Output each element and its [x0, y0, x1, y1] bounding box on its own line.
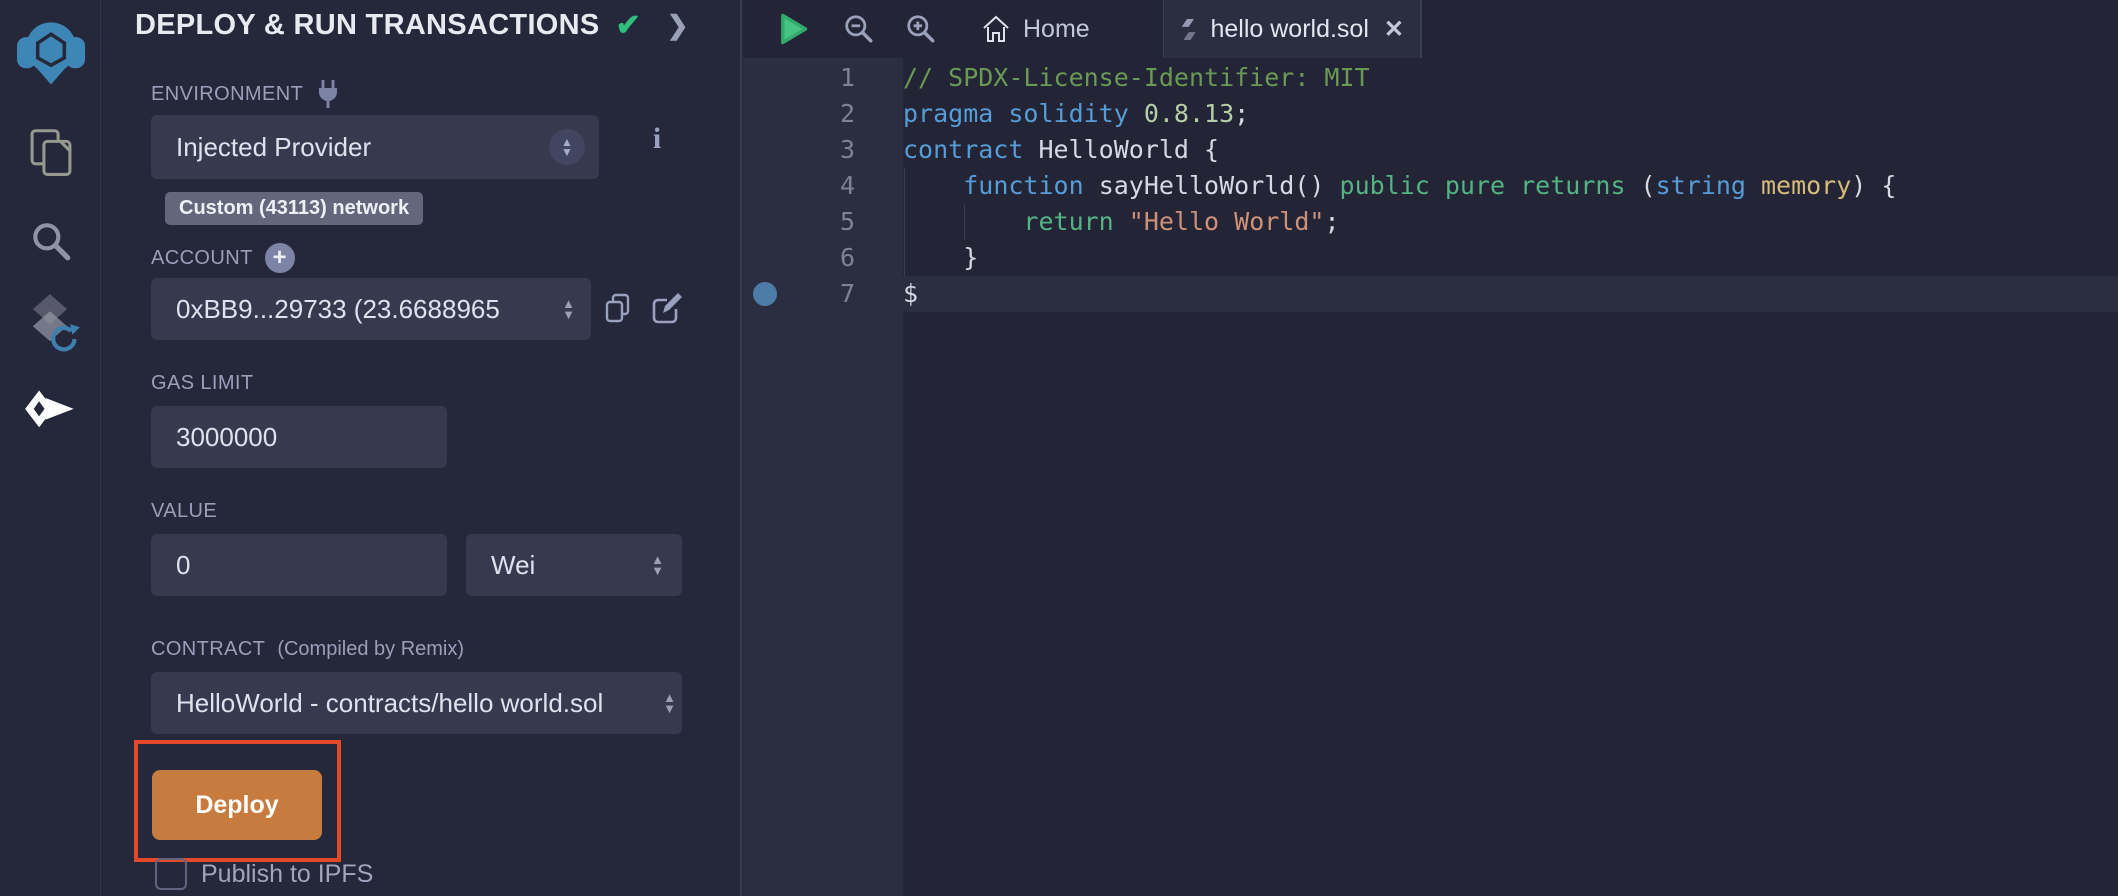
- tab-home[interactable]: Home: [981, 0, 1090, 58]
- icon-rail: [0, 0, 101, 896]
- value-unit-spinner-icon[interactable]: ▲▼: [651, 554, 664, 576]
- code-line-text[interactable]: function sayHelloWorld() public pure ret…: [903, 168, 1896, 204]
- code-line-text[interactable]: return "Hello World";: [903, 204, 1340, 240]
- value-unit-select[interactable]: Wei ▲▼: [466, 534, 682, 596]
- plug-icon: [315, 80, 341, 108]
- line-number: 5: [840, 207, 855, 236]
- account-label: ACCOUNT: [151, 247, 253, 270]
- publish-ipfs-label: Publish to IPFS: [201, 860, 373, 889]
- remix-logo-icon[interactable]: [0, 12, 101, 86]
- zoom-out-button[interactable]: [843, 0, 875, 58]
- environment-label: ENVIRONMENT: [151, 83, 303, 106]
- value-value: 0: [176, 550, 190, 581]
- line-number: 4: [840, 171, 855, 200]
- gutter-cell[interactable]: 1: [743, 60, 903, 96]
- file-explorer-icon[interactable]: [0, 126, 101, 178]
- code-line-text[interactable]: // SPDX-License-Identifier: MIT: [903, 60, 1370, 96]
- account-label-row: ACCOUNT +: [151, 243, 295, 273]
- code-editor-region: Home hello world.sol ✕ 1 // SPDX-License-…: [743, 0, 2118, 896]
- run-script-button[interactable]: [776, 0, 810, 58]
- deploy-run-panel: DEPLOY & RUN TRANSACTIONS ✔ ❯ ENVIRONMEN…: [101, 0, 742, 896]
- compiled-check-icon: ✔: [616, 8, 641, 43]
- line-number: 2: [840, 99, 855, 128]
- line-number: 3: [840, 135, 855, 164]
- contract-sublabel: (Compiled by Remix): [277, 638, 464, 661]
- gas-limit-value: 3000000: [176, 422, 277, 453]
- gutter-cell[interactable]: 6: [743, 240, 903, 276]
- code-line[interactable]: 5 return "Hello World";: [743, 204, 2118, 240]
- tab-file-label: hello world.sol: [1210, 15, 1368, 44]
- magnifier-plus-icon: [905, 13, 937, 45]
- code-line-text[interactable]: }: [903, 240, 978, 276]
- environment-value: Injected Provider: [176, 132, 371, 163]
- code-lines: 1 // SPDX-License-Identifier: MIT 2 pragma …: [743, 60, 2118, 312]
- play-icon: [776, 12, 810, 46]
- deploy-button[interactable]: Deploy: [152, 770, 322, 840]
- collapse-panel-chevron-icon[interactable]: ❯: [667, 10, 689, 41]
- editor-tab-bar: Home hello world.sol ✕: [743, 0, 2118, 58]
- gutter-cell[interactable]: 7: [743, 276, 903, 312]
- code-line[interactable]: 1 // SPDX-License-Identifier: MIT: [743, 60, 2118, 96]
- line-number: 6: [840, 243, 855, 272]
- breakpoint-dot-icon[interactable]: [753, 282, 777, 306]
- publish-row: Publish to IPFS: [155, 858, 373, 890]
- value-label: VALUE: [151, 500, 217, 523]
- account-select[interactable]: 0xBB9...29733 (23.6688965 ▲▼: [151, 278, 591, 340]
- panel-title: DEPLOY & RUN TRANSACTIONS: [135, 9, 600, 42]
- code-line[interactable]: 7$: [743, 276, 2118, 312]
- account-select-spinner-icon[interactable]: ▲▼: [562, 298, 575, 320]
- zoom-in-button[interactable]: [905, 0, 937, 58]
- solidity-file-icon: [1180, 16, 1197, 43]
- close-tab-icon[interactable]: ✕: [1384, 15, 1404, 44]
- home-icon: [981, 14, 1011, 44]
- code-area[interactable]: 1 // SPDX-License-Identifier: MIT 2 pragma …: [743, 58, 2118, 896]
- environment-label-row: ENVIRONMENT: [151, 80, 341, 108]
- code-line[interactable]: 3 contract HelloWorld {: [743, 132, 2118, 168]
- network-badge: Custom (43113) network: [165, 192, 423, 225]
- gutter-cell[interactable]: 2: [743, 96, 903, 132]
- contract-select[interactable]: HelloWorld - contracts/hello world.sol ▲…: [151, 672, 682, 734]
- copy-account-icon[interactable]: [602, 292, 634, 326]
- environment-info-icon[interactable]: i: [641, 122, 673, 156]
- value-input[interactable]: 0: [151, 534, 447, 596]
- remix-ide-window: DEPLOY & RUN TRANSACTIONS ✔ ❯ ENVIRONMEN…: [0, 0, 2118, 896]
- gutter-cell[interactable]: 3: [743, 132, 903, 168]
- search-icon[interactable]: [0, 218, 101, 264]
- edit-account-icon[interactable]: [649, 292, 683, 326]
- environment-select-spinner-icon[interactable]: ▲▼: [549, 129, 585, 165]
- code-line-text[interactable]: contract HelloWorld {: [903, 132, 1219, 168]
- contract-label: CONTRACT: [151, 638, 265, 661]
- code-line[interactable]: 4 function sayHelloWorld() public pure r…: [743, 168, 2118, 204]
- add-account-icon[interactable]: +: [265, 243, 295, 273]
- contract-value: HelloWorld - contracts/hello world.sol: [176, 688, 603, 719]
- code-line-text[interactable]: pragma solidity 0.8.13;: [903, 96, 1249, 132]
- contract-label-row: CONTRACT (Compiled by Remix): [151, 638, 464, 661]
- code-line-text[interactable]: $: [903, 276, 918, 312]
- code-line[interactable]: 2 pragma solidity 0.8.13;: [743, 96, 2118, 132]
- value-unit: Wei: [491, 550, 535, 581]
- publish-ipfs-checkbox[interactable]: [155, 858, 187, 890]
- account-value: 0xBB9...29733 (23.6688965: [176, 294, 500, 325]
- environment-select[interactable]: Injected Provider ▲▼: [151, 115, 599, 179]
- solidity-compiler-icon[interactable]: [0, 292, 101, 354]
- line-number: 1: [840, 63, 855, 92]
- gutter-cell[interactable]: 4: [743, 168, 903, 204]
- line-number: 7: [840, 279, 855, 308]
- panel-header: DEPLOY & RUN TRANSACTIONS ✔ ❯: [135, 8, 689, 43]
- magnifier-minus-icon: [843, 13, 875, 45]
- deploy-run-icon[interactable]: [0, 388, 101, 434]
- gas-limit-input[interactable]: 3000000: [151, 406, 447, 468]
- contract-select-spinner-icon[interactable]: ▲▼: [663, 692, 676, 714]
- gas-limit-label: GAS LIMIT: [151, 372, 254, 395]
- tab-hello-world-sol[interactable]: hello world.sol ✕: [1163, 0, 1422, 58]
- gutter-cell[interactable]: 5: [743, 204, 903, 240]
- code-line[interactable]: 6 }: [743, 240, 2118, 276]
- tab-home-label: Home: [1023, 15, 1090, 44]
